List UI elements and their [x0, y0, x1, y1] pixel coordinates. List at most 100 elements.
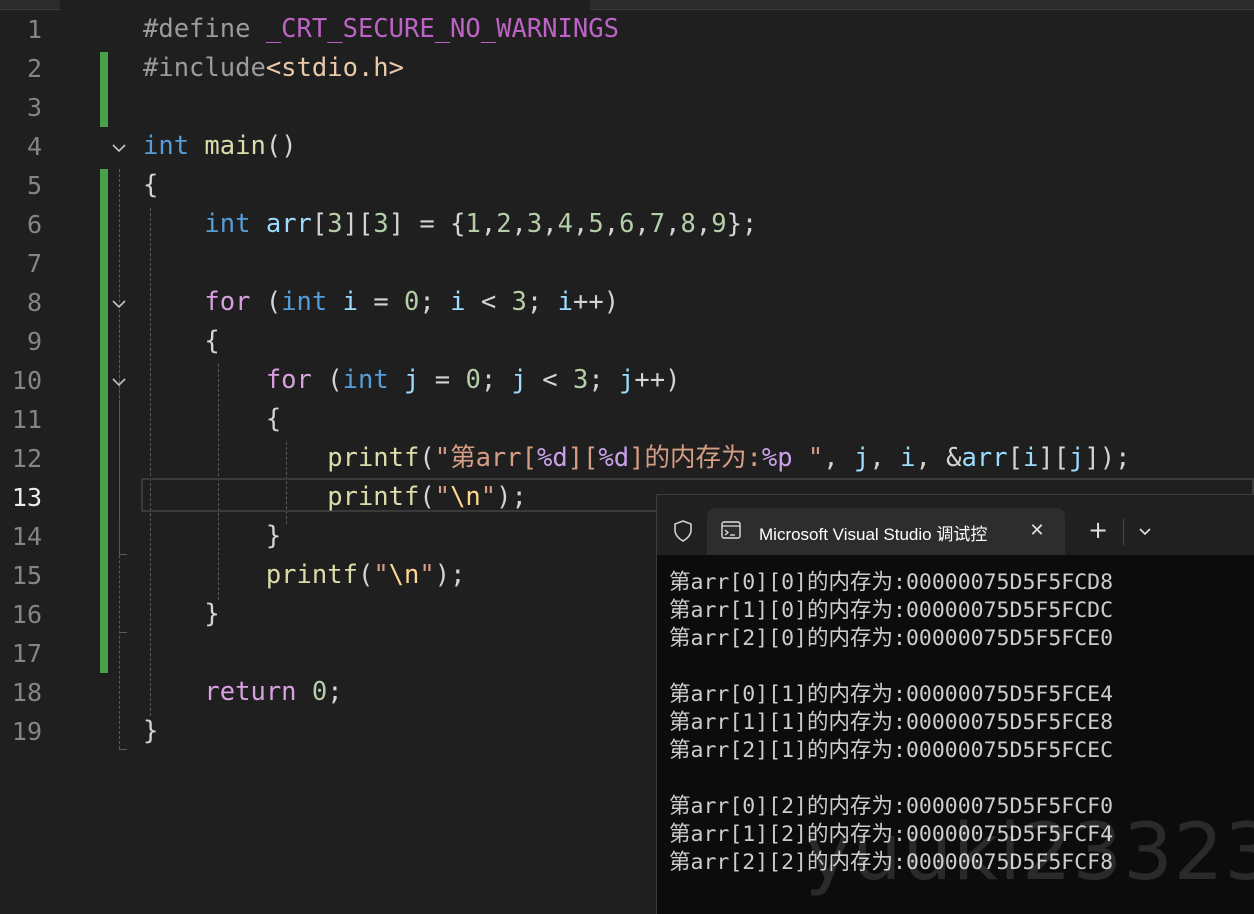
chevron-down-icon[interactable]	[1135, 521, 1155, 541]
code-text[interactable]: }	[143, 712, 158, 751]
code-token: ,	[480, 209, 497, 239]
code-text[interactable]: {	[143, 166, 158, 205]
code-line[interactable]: 6 int arr[3][3] = {1,2,3,4,5,6,7,8,9};	[0, 205, 1254, 244]
close-tab-button[interactable]: ✕	[1025, 518, 1049, 544]
code-token: printf	[327, 443, 420, 473]
code-token: %d	[598, 443, 630, 473]
code-token: "	[792, 443, 824, 473]
code-token: (	[311, 365, 343, 395]
code-token: 0	[311, 677, 328, 707]
code-text[interactable]: return 0;	[143, 673, 343, 712]
code-token: (	[419, 443, 435, 473]
code-token: ]);	[1084, 443, 1131, 473]
code-token: "	[434, 482, 451, 512]
code-token: j	[854, 443, 870, 473]
code-text[interactable]: {	[143, 400, 281, 439]
code-line[interactable]: 2 #include<stdio.h>	[0, 49, 1254, 88]
code-token: %p	[761, 443, 793, 473]
code-line[interactable]: 3	[0, 88, 1254, 127]
code-line[interactable]: 7	[0, 244, 1254, 283]
code-token: ;	[480, 365, 512, 395]
code-token: ()	[265, 131, 297, 161]
code-line[interactable]: 4 int main()	[0, 127, 1254, 166]
console-line: 第arr[2][1]的内存为:00000075D5F5FCEC	[669, 738, 1114, 763]
code-token: [	[1007, 443, 1023, 473]
code-text[interactable]: int arr[3][3] = {1,2,3,4,5,6,7,8,9};	[143, 205, 757, 244]
code-token: j	[619, 365, 635, 395]
code-text[interactable]: {	[143, 322, 219, 361]
code-token: arr	[265, 209, 312, 239]
console-line: 第arr[1][1]的内存为:00000075D5F5FCE8	[669, 710, 1114, 735]
code-token: ;	[526, 287, 558, 317]
code-token: "	[480, 482, 497, 512]
code-token: int	[204, 209, 251, 239]
code-line[interactable]: 12 printf("第arr[%d][%d]的内存为:%p ", j, i, …	[0, 439, 1254, 478]
code-token: \n	[450, 482, 481, 512]
code-line[interactable]: 8 for (int i = 0; i < 3; i++)	[0, 283, 1254, 322]
line-number: 3	[26, 93, 42, 122]
code-token: 0	[465, 365, 481, 395]
code-token: j	[511, 365, 527, 395]
code-line[interactable]: 10 for (int j = 0; j < 3; j++)	[0, 361, 1254, 400]
line-number: 19	[11, 717, 42, 746]
code-token: ,	[603, 209, 620, 239]
console-line: 第arr[1][2]的内存为:00000075D5F5FCF4	[669, 822, 1114, 847]
code-token: \n	[388, 560, 420, 590]
code-text[interactable]: printf("\n");	[143, 478, 527, 517]
code-line[interactable]: 9 {	[0, 322, 1254, 361]
code-text[interactable]: for (int j = 0; j < 3; j++)	[143, 361, 681, 400]
shield-icon[interactable]	[671, 519, 695, 543]
code-text[interactable]: printf("第arr[%d][%d]的内存为:%p ", j, i, &ar…	[143, 439, 1130, 478]
code-line[interactable]: 1 #define _CRT_SECURE_NO_WARNINGS	[0, 10, 1254, 49]
code-line[interactable]: 11 {	[0, 400, 1254, 439]
code-token: "	[419, 560, 435, 590]
code-token: [	[311, 209, 328, 239]
code-token: 7	[649, 209, 666, 239]
code-text[interactable]: }	[143, 595, 220, 634]
code-token: 0	[404, 287, 420, 317]
tab-strip-edge-right[interactable]	[590, 0, 1254, 10]
code-token: %d	[536, 443, 568, 473]
code-token: ++)	[572, 287, 620, 317]
code-token: (	[357, 560, 374, 590]
code-token: ;	[327, 677, 343, 707]
console-line: 第arr[0][2]的内存为:00000075D5F5FCF0	[669, 794, 1114, 819]
code-token: }	[143, 599, 220, 629]
debug-console-window[interactable]: Microsoft Visual Studio 调试控 ✕ + 第arr[0][…	[656, 494, 1254, 914]
line-number: 18	[11, 678, 42, 707]
code-text[interactable]: printf("\n");	[143, 556, 466, 595]
code-token: for	[265, 365, 312, 395]
code-token: ][	[342, 209, 374, 239]
new-tab-button[interactable]: +	[1085, 517, 1111, 543]
code-token: =	[419, 365, 466, 395]
code-token: printf	[265, 560, 358, 590]
code-token: int	[342, 365, 389, 395]
code-line[interactable]: 5{	[0, 166, 1254, 205]
code-token: 9	[711, 209, 727, 239]
code-token: ]的内存为:	[629, 443, 762, 473]
code-token: #define	[143, 14, 266, 44]
code-token: ,	[511, 209, 527, 239]
console-titlebar[interactable]: Microsoft Visual Studio 调试控 ✕ +	[657, 495, 1254, 555]
code-token: {	[143, 404, 282, 434]
console-line: 第arr[2][0]的内存为:00000075D5F5FCE0	[669, 626, 1114, 651]
code-text[interactable]: for (int i = 0; i < 3; i++)	[143, 283, 619, 322]
line-number: 10	[11, 366, 42, 395]
console-output[interactable]: 第arr[0][0]的内存为:00000075D5F5FCD8 第arr[1][0…	[669, 569, 1249, 877]
line-number: 15	[11, 561, 42, 590]
code-token: i	[1022, 443, 1039, 473]
tab-strip-edge-left[interactable]	[0, 0, 60, 10]
code-token: 3	[511, 287, 527, 317]
console-tab[interactable]: Microsoft Visual Studio 调试控 ✕	[707, 508, 1065, 555]
code-text[interactable]: }	[143, 517, 281, 556]
code-token: 3	[526, 209, 543, 239]
code-token: int	[143, 131, 190, 161]
code-text[interactable]: #define _CRT_SECURE_NO_WARNINGS	[143, 10, 619, 49]
code-text[interactable]: int main()	[143, 127, 297, 166]
code-text[interactable]: #include<stdio.h>	[143, 49, 404, 88]
